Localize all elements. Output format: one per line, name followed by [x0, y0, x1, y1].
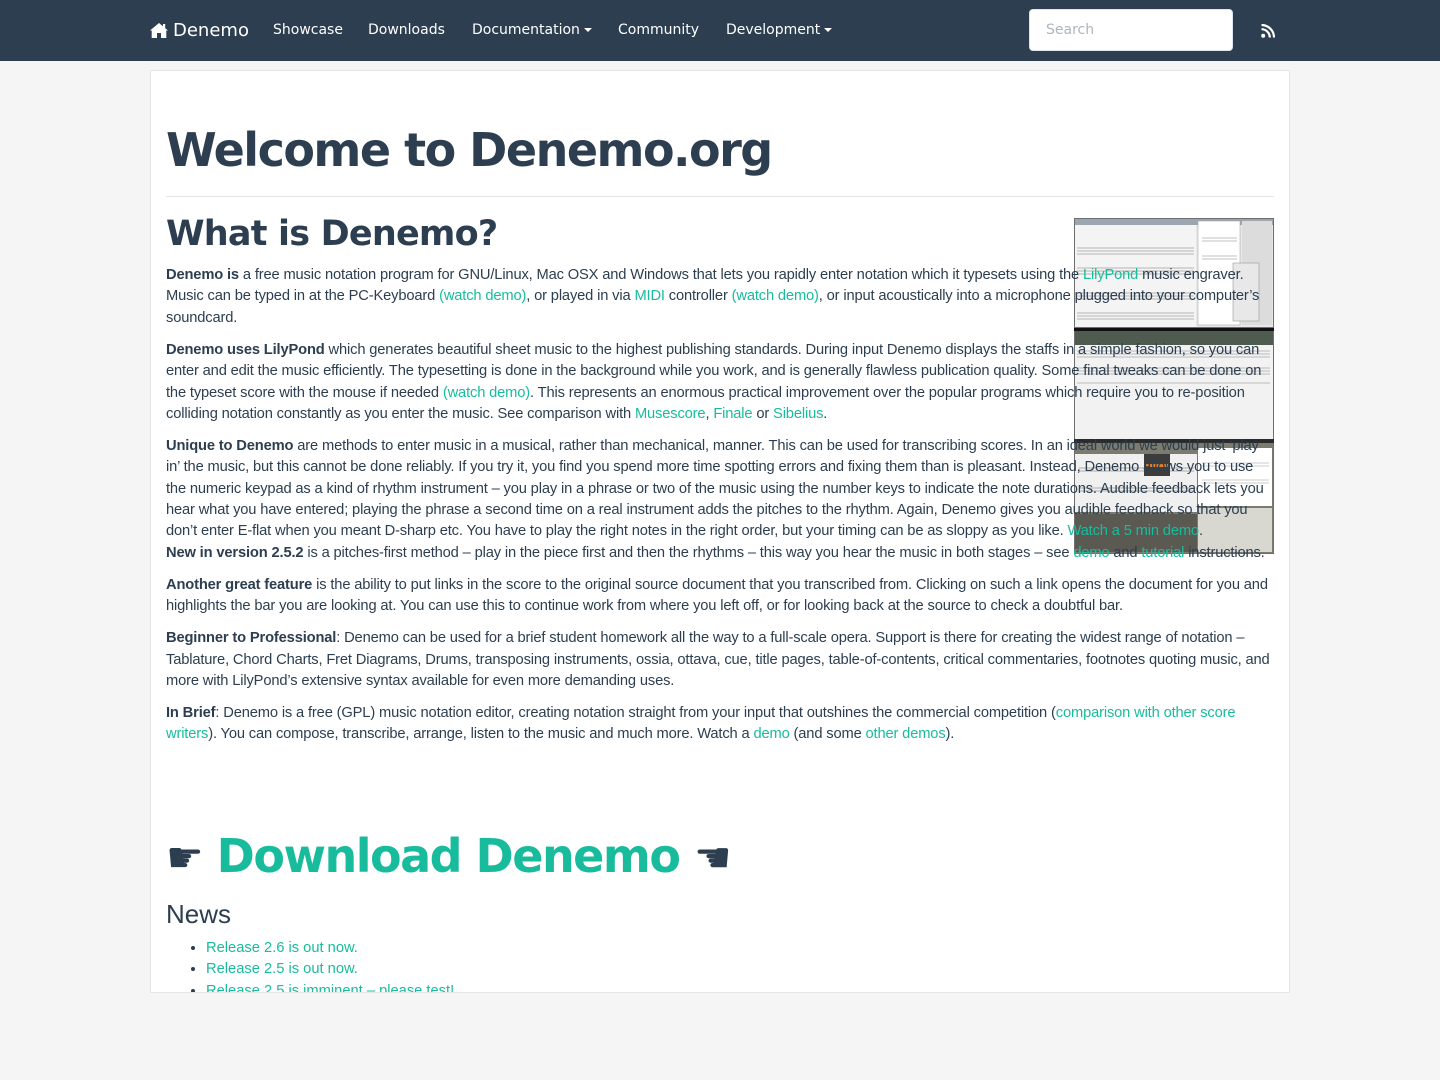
text: . — [823, 405, 828, 422]
text: (and some — [789, 726, 866, 743]
tutorial-link[interactable]: tutorial — [1141, 545, 1184, 561]
text: is the ability to put links in the score… — [166, 576, 1268, 615]
bold-lead: Denemo uses LilyPond — [166, 341, 325, 358]
nav-documentation-label: Documentation — [472, 22, 580, 38]
navbar-inner: Denemo Showcase Downloads Documentation … — [150, 0, 1290, 61]
navbar: Denemo Showcase Downloads Documentation … — [0, 0, 1440, 61]
lilypond-link[interactable]: LilyPond — [1083, 267, 1138, 283]
paragraph-beginner: Beginner to Professional: Denemo can be … — [166, 628, 1274, 692]
caret-down-icon — [583, 28, 592, 32]
title-divider — [166, 196, 1274, 197]
bold-lead: Another great feature — [166, 576, 313, 593]
list-item: Release 2.5 is out now. — [206, 959, 454, 980]
bold-lead: Denemo is — [166, 267, 239, 283]
rss-icon[interactable] — [1261, 23, 1276, 42]
news-heading: News — [166, 899, 232, 929]
list-item: Release 2.5 is imminent – please test! — [206, 981, 454, 992]
nav-documentation[interactable]: Documentation — [472, 0, 592, 61]
bold-lead: Beginner to Professional — [166, 630, 337, 647]
paragraph-feature: Another great feature is the ability to … — [166, 575, 1274, 618]
list-item: Release 2.6 is out now. — [206, 938, 454, 959]
pointing-right-hand-icon: ☛ — [166, 833, 204, 882]
text: is a pitches-first method – play in the … — [303, 544, 1074, 561]
text: , or played in via — [526, 288, 635, 305]
download-link[interactable]: Download Denemo — [217, 829, 681, 883]
demo-link[interactable]: demo — [1073, 545, 1109, 561]
watch-demo-link[interactable]: (watch demo) — [439, 288, 526, 304]
nav-development-label: Development — [726, 22, 821, 38]
watch-demo-link[interactable]: (watch demo) — [443, 385, 530, 401]
bold-lead: New in version 2.5.2 — [166, 544, 304, 561]
content-panel: Welcome to Denemo.org What is Denemo? De… — [150, 70, 1290, 993]
text: ). You can compose, transcribe, arrange,… — [208, 726, 754, 743]
sibelius-link[interactable]: Sibelius — [773, 406, 823, 422]
brand-label: Denemo — [173, 20, 249, 41]
text: and — [1109, 544, 1142, 561]
paragraph-lilypond: Denemo uses LilyPond which generates bea… — [166, 340, 1274, 426]
nav-development[interactable]: Development — [726, 0, 833, 61]
paragraph-intro: Denemo is a free music notation program … — [166, 265, 1274, 329]
what-is-heading: What is Denemo? — [166, 214, 498, 254]
page-title: Welcome to Denemo.org — [166, 123, 773, 177]
download-heading: ☛ Download Denemo ☚ — [166, 829, 732, 883]
caret-down-icon — [824, 28, 833, 32]
text: a free music notation program for GNU/Li… — [238, 267, 1084, 283]
text: : Denemo is a free (GPL) music notation … — [215, 704, 1056, 721]
nav-downloads[interactable]: Downloads — [368, 0, 445, 61]
pointing-left-hand-icon: ☚ — [693, 833, 732, 882]
news-link[interactable]: Release 2.6 is out now. — [206, 940, 358, 956]
nav-showcase[interactable]: Showcase — [273, 0, 343, 61]
musescore-link[interactable]: Musescore — [635, 406, 706, 422]
text: controller — [664, 288, 732, 305]
bold-lead: In Brief — [166, 704, 216, 721]
text: . — [1198, 523, 1203, 540]
paragraph-new-version: New in version 2.5.2 is a pitches-first … — [166, 543, 1274, 564]
text: instructions. — [1184, 544, 1265, 561]
text: or — [752, 405, 774, 422]
midi-link[interactable]: MIDI — [634, 288, 665, 304]
brand-link[interactable]: Denemo — [150, 0, 249, 61]
intro-text: Denemo is a free music notation program … — [166, 265, 1274, 756]
news-list: Release 2.6 is out now. Release 2.5 is o… — [166, 938, 454, 992]
home-icon — [150, 2, 168, 63]
paragraph-unique: Unique to Denemo are methods to enter mu… — [166, 436, 1274, 543]
other-demos-link[interactable]: other demos — [866, 726, 946, 742]
demo-link[interactable]: demo — [753, 726, 789, 742]
nav-community[interactable]: Community — [618, 0, 699, 61]
bold-lead: Unique to Denemo — [166, 437, 294, 454]
finale-link[interactable]: Finale — [713, 406, 752, 422]
watch-demo-link[interactable]: (watch demo) — [732, 288, 819, 304]
five-min-demo-link[interactable]: Watch a 5 min demo — [1068, 523, 1200, 539]
search-input[interactable] — [1029, 9, 1233, 51]
news-link[interactable]: Release 2.5 is imminent – please test! — [206, 983, 454, 992]
text: ). — [945, 726, 955, 743]
news-link[interactable]: Release 2.5 is out now. — [206, 961, 358, 977]
paragraph-in-brief: In Brief: Denemo is a free (GPL) music n… — [166, 703, 1274, 746]
